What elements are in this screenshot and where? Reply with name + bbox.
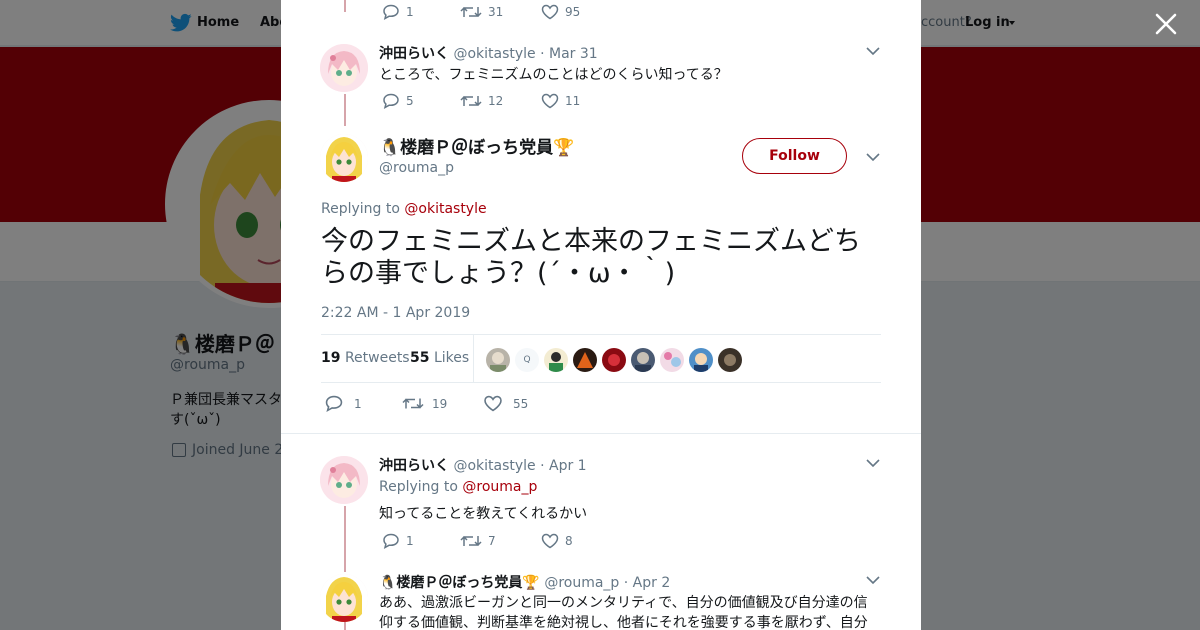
retweet-icon [460, 95, 482, 107]
like-count: 55 [513, 396, 529, 411]
retweet-button[interactable]: 19 [402, 395, 447, 412]
tweet-date[interactable]: · Apr 2 [624, 575, 670, 591]
close-icon[interactable] [1153, 11, 1179, 37]
replying-to-link[interactable]: @okitastyle [404, 201, 486, 217]
reply-button[interactable]: 1 [382, 4, 414, 20]
like-button[interactable]: 95 [541, 4, 580, 20]
like-button[interactable]: 8 [541, 533, 573, 549]
retweet-count: 12 [488, 94, 504, 108]
user-avatar[interactable] [320, 134, 368, 182]
retweet-count: 7 [488, 534, 496, 548]
retweet-stat[interactable]: 19 Retweets [321, 350, 410, 366]
reply-button[interactable]: 1 [382, 533, 414, 549]
replying-to-link[interactable]: @rouma_p [462, 479, 537, 495]
tweet-text-continued: 仰する価値観、判断基準を絶対視し、他者にそれを強要する事を厭わず、自分 [379, 615, 868, 630]
tweet-header: 沖田らいく @okitastyle · Mar 31 [379, 43, 598, 63]
user-avatar[interactable] [320, 44, 368, 92]
reply-button[interactable]: 5 [382, 93, 414, 109]
heart-icon [541, 533, 559, 549]
like-button[interactable]: 55 [483, 395, 528, 412]
liker-avatar[interactable] [602, 348, 626, 372]
retweet-button[interactable]: 7 [460, 533, 496, 549]
tweet-timestamp[interactable]: 2:22 AM - 1 Apr 2019 [321, 305, 470, 321]
display-name[interactable]: 🐧楼磨Ｐ＠ぼっち党員🏆 [379, 133, 574, 158]
chevron-down-icon[interactable] [866, 152, 880, 162]
follow-button[interactable]: Follow [742, 138, 847, 174]
tweet-date[interactable]: · Apr 1 [540, 458, 586, 474]
retweet-button[interactable]: 12 [460, 93, 503, 109]
tweet-text: ところで、フェミニズムのことはどのくらい知ってる？ [379, 67, 728, 83]
thread-line [344, 94, 346, 126]
like-count: 11 [565, 94, 581, 108]
user-avatar[interactable] [320, 574, 368, 622]
thread-line [344, 622, 346, 630]
liker-avatar[interactable] [689, 348, 713, 372]
display-name[interactable]: 沖田らいく [379, 46, 449, 62]
reply-count: 5 [406, 94, 414, 108]
tweet-stats: 19 Retweets 55 Likes Q [321, 334, 881, 383]
user-handle[interactable]: @okitastyle [453, 458, 535, 474]
tweet-text: 知ってることを教えてくれるかい [379, 506, 588, 522]
display-name[interactable]: 🐧楼磨Ｐ＠ぼっち党員🏆 [379, 575, 540, 591]
divider [281, 433, 921, 434]
reply-count: 1 [354, 396, 362, 411]
reply-icon [383, 4, 399, 20]
user-avatar[interactable] [320, 456, 368, 504]
user-handle[interactable]: @rouma_p [544, 575, 619, 591]
liker-avatar[interactable] [660, 348, 684, 372]
user-handle[interactable]: @okitastyle [453, 46, 535, 62]
like-count: 95 [565, 5, 581, 19]
like-button[interactable]: 11 [541, 93, 580, 109]
liker-initial: Q [523, 355, 531, 365]
liker-avatar[interactable] [631, 348, 655, 372]
heart-icon [484, 395, 502, 412]
retweet-icon [460, 535, 482, 547]
chevron-down-icon[interactable] [866, 575, 880, 585]
replying-to-prefix: Replying to [321, 201, 400, 217]
retweet-button[interactable]: 31 [460, 4, 503, 20]
reply-button[interactable]: 1 [324, 395, 362, 412]
tweet-header: 🐧楼磨Ｐ＠ぼっち党員🏆 @rouma_p · Apr 2 [379, 572, 670, 592]
liker-avatar[interactable]: Q [515, 348, 539, 372]
retweet-count: 19 [432, 396, 448, 411]
tweet-date[interactable]: · Mar 31 [540, 46, 598, 62]
replying-to: Replying to @rouma_p [379, 479, 537, 495]
chevron-down-icon[interactable] [866, 458, 880, 468]
liker-avatar[interactable] [486, 348, 510, 372]
retweet-count: 31 [488, 5, 504, 19]
reply-icon [383, 93, 399, 109]
display-name[interactable]: 沖田らいく [379, 458, 449, 474]
like-stat-label: Likes [433, 350, 470, 366]
liker-avatar[interactable] [573, 348, 597, 372]
liker-avatar[interactable] [544, 348, 568, 372]
replying-to-prefix: Replying to [379, 479, 458, 495]
tweet-header: 沖田らいく @okitastyle · Apr 1 [379, 455, 587, 475]
like-stat-count: 55 [410, 350, 430, 366]
heart-icon [541, 93, 559, 109]
like-stat[interactable]: 55 Likes [410, 350, 469, 366]
retweet-icon [402, 398, 424, 409]
retweet-icon [460, 6, 482, 18]
heart-icon [541, 4, 559, 20]
user-handle[interactable]: @rouma_p [379, 160, 454, 176]
tweet-text: 今のフェミニズムと本来のフェミニズムどちらの事でしょう？(´・ω・｀) [321, 226, 861, 289]
reply-icon [325, 395, 343, 412]
thread-line [344, 506, 346, 572]
tweet-text: ああ、過激派ビーガンと同一のメンタリティで、自分の価値観及び自分達の信 [379, 595, 868, 611]
reply-count: 1 [406, 5, 414, 19]
retweet-stat-count: 19 [321, 350, 341, 366]
reply-icon [383, 533, 399, 549]
stats-divider [473, 335, 474, 382]
reply-count: 1 [406, 534, 414, 548]
chevron-down-icon[interactable] [866, 46, 880, 56]
retweet-stat-label: Retweets [344, 350, 410, 366]
thread-line [344, 0, 346, 12]
tweet-permalink-modal: 1 31 95 沖田らいく @okitastyle · Mar 31 ところで、… [281, 0, 921, 630]
liker-avatar[interactable] [718, 348, 742, 372]
replying-to: Replying to @okitastyle [321, 201, 487, 217]
like-count: 8 [565, 534, 573, 548]
